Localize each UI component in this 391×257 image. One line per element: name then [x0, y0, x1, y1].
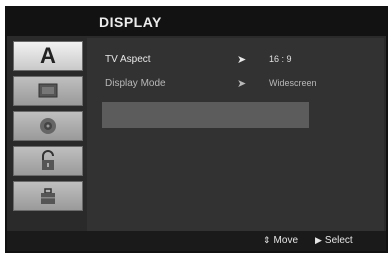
setting-label: TV Aspect [105, 54, 151, 65]
up-down-icon: ⇕ [263, 235, 271, 245]
setting-value: Widescreen [269, 78, 317, 88]
move-label: Move [273, 235, 298, 246]
footer-hints: ⇕ Move ▶ Select [7, 231, 386, 251]
select-label: Select [324, 235, 353, 246]
play-icon: ▶ [315, 235, 322, 245]
arrow-right-icon: ➤ [237, 78, 247, 90]
category-tabs: A [13, 41, 85, 216]
tab-lock[interactable] [13, 146, 83, 176]
tab-audio[interactable] [13, 111, 83, 141]
setting-row-display-mode[interactable]: Display Mode ➤ Widescreen [87, 76, 377, 94]
speaker-icon [40, 118, 56, 134]
select-hint: ▶ Select [315, 235, 353, 246]
settings-panel: TV Aspect ➤ 16 : 9 Display Mode ➤ Widesc… [87, 38, 384, 232]
setup-menu: DISPLAY A TV Aspect ➤ 16: 9 Display Mod… [5, 6, 388, 253]
setting-row-tv-aspect[interactable]: TV Aspect ➤ 16 : 9 [87, 52, 377, 70]
arrow-right-icon: ➤ [237, 54, 247, 66]
selection-highlight[interactable] [102, 102, 309, 128]
language-icon: A [40, 43, 56, 68]
setting-value: 16 : 9 [269, 54, 292, 64]
title-bar: DISPLAY [7, 8, 386, 36]
setting-label: Display Mode [105, 78, 166, 89]
move-hint: ⇕ Move [263, 235, 298, 246]
tv-screen-icon [38, 83, 58, 98]
briefcase-icon [41, 188, 55, 204]
tab-others[interactable] [13, 181, 83, 211]
tab-language[interactable]: A [13, 41, 83, 71]
tab-display[interactable] [13, 76, 83, 106]
menu-title: DISPLAY [99, 14, 162, 30]
padlock-open-icon [42, 150, 54, 170]
